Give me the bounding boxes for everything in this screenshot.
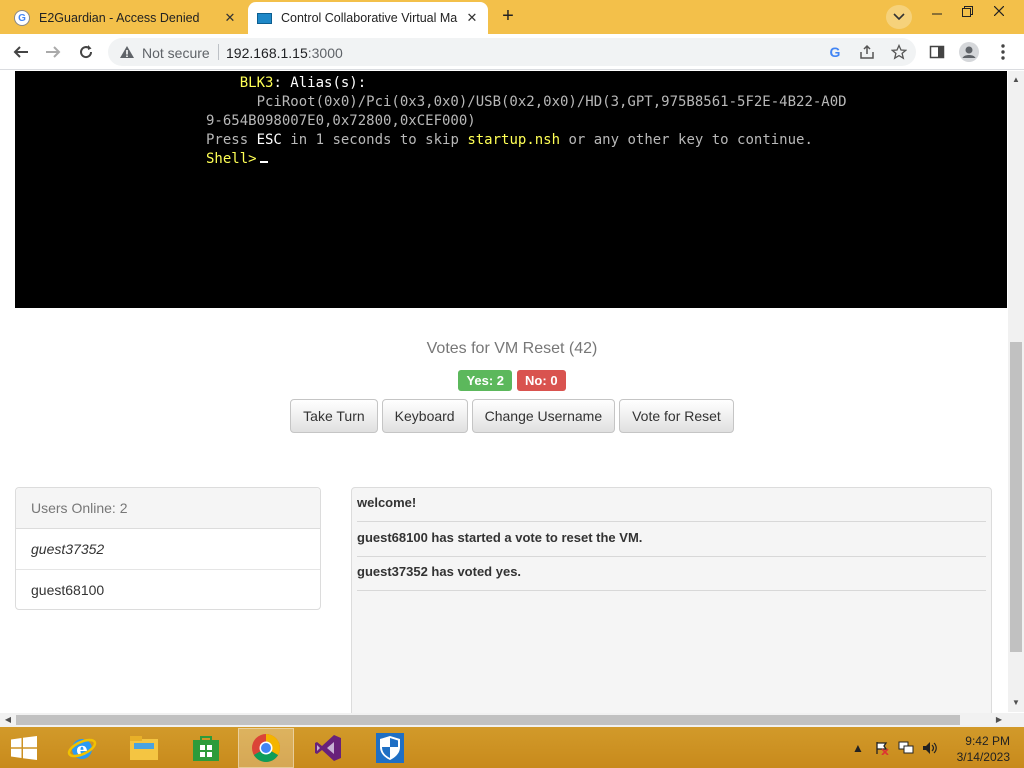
visual-studio-icon[interactable] [300,728,356,768]
url-divider [218,44,219,60]
terminal-line: Press ESC in 1 seconds to skip startup.n… [206,132,813,148]
terminal-prompt: Shell> [206,151,268,167]
user-list-item: guest37352 [16,529,320,570]
chat-panel: welcome! guest68100 has started a vote t… [351,487,992,713]
vote-title: Votes for VM Reset (42) [426,340,598,357]
chat-message: guest68100 has started a vote to reset t… [357,523,986,557]
yes-vote-badge: Yes: 2 [458,370,513,391]
start-icon[interactable] [0,728,48,768]
browser-toolbar: Not secure 192.168.1.15:3000 G [0,34,1024,70]
no-vote-badge: No: 0 [517,370,566,391]
scroll-right-arrow-icon[interactable]: ▶ [992,713,1006,727]
page-viewport: BLK3: Alias(s): PciRoot(0x0)/Pci(0x3,0x0… [0,71,1008,713]
terminal-cursor [259,161,268,163]
vote-badges: Yes: 2 No: 0 [0,370,1008,391]
google-translate-icon[interactable]: G [824,41,846,63]
windows-taskbar: e ▲ 9:42 PM 3/14/2023 [0,727,1024,768]
vm-display[interactable]: BLK3: Alias(s): PciRoot(0x0)/Pci(0x3,0x0… [15,71,1007,308]
side-panel-icon[interactable] [926,41,948,63]
store-icon[interactable] [178,728,234,768]
new-tab-button[interactable]: + [496,6,520,28]
tab-title: Control Collaborative Virtual Ma [281,11,458,25]
file-explorer-icon[interactable] [116,728,172,768]
vertical-scroll-thumb[interactable] [1010,342,1022,652]
monitor-icon [256,10,272,26]
tab-title: E2Guardian - Access Denied [39,11,200,25]
share-icon[interactable] [856,41,878,63]
internet-explorer-icon[interactable]: e [54,728,110,768]
tab-e2guardian[interactable]: G E2Guardian - Access Denied ✕ [6,2,246,34]
network-icon[interactable] [898,740,914,756]
bookmark-star-icon[interactable] [888,41,910,63]
clock-time: 9:42 PM [965,734,1010,748]
more-menu-icon[interactable] [992,41,1014,63]
terminal-line: BLK3: Alias(s): [206,75,367,91]
warning-triangle-icon[interactable] [118,43,136,61]
scroll-up-arrow-icon[interactable]: ▲ [1009,73,1023,87]
horizontal-scroll-thumb[interactable] [16,715,960,725]
reload-icon[interactable] [75,41,97,63]
tab-search-chevron-icon[interactable] [886,5,912,29]
system-clock[interactable]: 9:42 PM 3/14/2023 [948,733,1010,765]
change-username-button[interactable]: Change Username [471,399,616,433]
scroll-down-arrow-icon[interactable]: ▼ [1009,696,1023,710]
volume-icon[interactable] [922,740,938,756]
address-bar[interactable]: Not secure 192.168.1.15:3000 G [108,38,916,66]
clock-date: 3/14/2023 [956,750,1010,764]
horizontal-scrollbar[interactable]: ◀ ▶ [0,713,1024,727]
chrome-icon[interactable] [238,728,294,768]
vertical-scrollbar[interactable]: ▲ ▼ [1008,71,1024,712]
terminal-line: PciRoot(0x0)/Pci(0x3,0x0)/USB(0x2,0x0)/H… [206,94,847,110]
users-online-header: Users Online: 2 [16,488,320,529]
action-center-flag-icon[interactable] [874,740,890,756]
close-tab-icon[interactable]: ✕ [222,10,238,26]
scroll-left-arrow-icon[interactable]: ◀ [1,713,15,727]
user-list-item: guest68100 [31,582,105,598]
back-arrow-icon[interactable] [10,41,32,63]
take-turn-button[interactable]: Take Turn [290,399,378,433]
tab-control-collaborative-vm[interactable]: Control Collaborative Virtual Ma ✕ [248,2,488,34]
show-hidden-icons-icon[interactable]: ▲ [850,740,866,756]
profile-avatar-icon[interactable] [958,41,980,63]
close-tab-icon[interactable]: ✕ [464,10,480,26]
forward-arrow-icon[interactable] [42,41,64,63]
defender-icon[interactable] [362,728,418,768]
chat-message: guest37352 has voted yes. [357,557,986,591]
users-online-panel: Users Online: 2 guest37352 guest68100 [15,487,321,610]
close-window-icon[interactable] [976,0,1022,22]
url-text[interactable]: 192.168.1.15:3000 [226,45,343,61]
terminal-line: 9-654B098007E0,0x72800,0xCEF000) [206,113,476,129]
chat-message: welcome! [357,488,986,522]
keyboard-button[interactable]: Keyboard [381,399,468,433]
google-g-icon: G [14,10,30,26]
security-label[interactable]: Not secure [142,45,210,61]
vote-for-reset-button[interactable]: Vote for Reset [619,399,734,433]
vm-controls: Take Turn Keyboard Change Username Vote … [0,399,1008,433]
minimize-icon[interactable] [922,0,952,22]
browser-tabstrip: G E2Guardian - Access Denied ✕ Control C… [0,0,1024,34]
